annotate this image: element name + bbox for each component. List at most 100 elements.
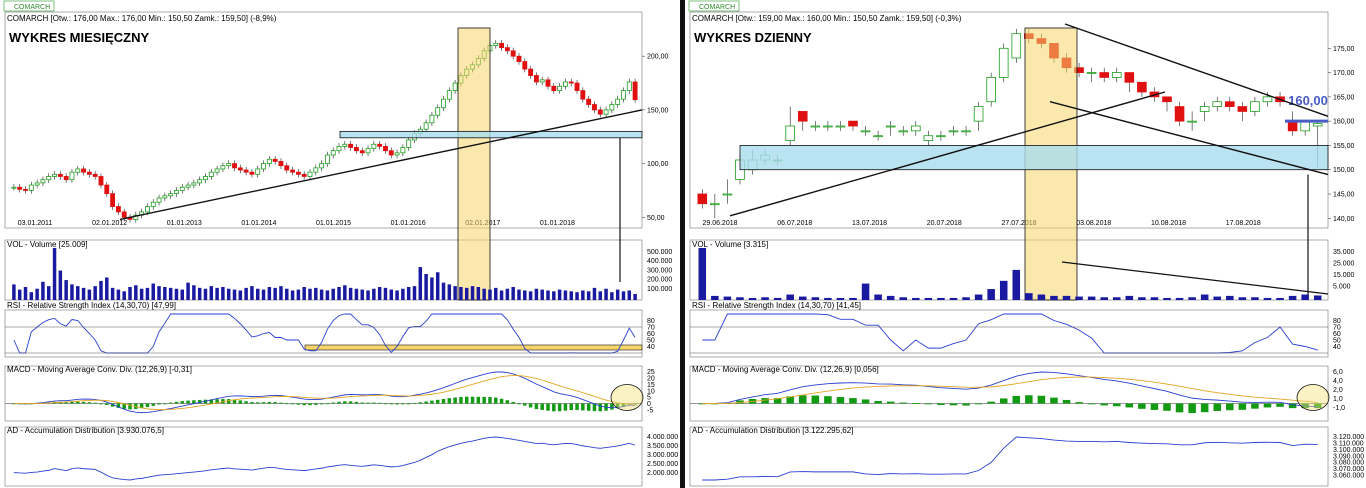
candle-body	[1199, 106, 1210, 112]
macd-histogram-bar	[424, 401, 428, 404]
macd-histogram-bar	[476, 396, 481, 404]
volume-bar	[627, 290, 632, 300]
volume-bar	[168, 287, 173, 300]
macd-histogram-bar	[418, 402, 423, 404]
macd-histogram-bar	[488, 397, 492, 404]
daily-chart-panel: COMARCH COMARCH [Otw.: 159,00 Max.: 160,0…	[685, 0, 1366, 488]
candle-body	[371, 143, 377, 149]
candle-body	[603, 109, 609, 115]
macd-histogram-bar	[1075, 402, 1083, 404]
pane-macd-frame	[689, 365, 1329, 422]
volume-bar	[337, 287, 341, 300]
ad-axis-label: 2.500.000	[647, 461, 678, 468]
volume-bar	[215, 287, 219, 300]
candle-body	[121, 211, 127, 218]
volume-bar	[35, 288, 39, 300]
candle-body	[330, 150, 336, 156]
candle-body	[510, 50, 516, 57]
volume-bar	[464, 287, 469, 300]
candle-body	[342, 143, 348, 147]
volume-bar	[874, 294, 882, 300]
volume-bar	[174, 288, 179, 300]
volume-bar	[447, 284, 452, 300]
macd-histogram-bar	[540, 403, 544, 410]
volume-bar	[383, 287, 388, 300]
macd-histogram-bar	[70, 401, 74, 404]
volume-bar	[1138, 297, 1146, 300]
macd-histogram-bar	[261, 402, 266, 404]
candle-body	[406, 139, 412, 148]
volume-bar	[924, 297, 933, 300]
volume-bar	[314, 287, 318, 300]
volume-bar	[488, 289, 492, 300]
volume-bar	[836, 297, 845, 300]
chart-tab: COMARCH	[688, 0, 740, 12]
price-axis-label: 165,00	[1333, 94, 1355, 101]
macd-histogram-bar	[517, 403, 521, 405]
chart-tab-label: COMARCH	[699, 4, 735, 11]
chart-big-title: WYKRES MIESIĘCZNY	[9, 30, 149, 45]
volume-bar	[110, 287, 115, 300]
volume-bar	[244, 287, 248, 300]
macd-histogram-bar	[87, 402, 92, 404]
chart-svg: COMARCH COMARCH [Otw.: 159,00 Max.: 160,0…	[688, 0, 1364, 487]
pane-ad-frame	[689, 426, 1329, 487]
volume-bar	[811, 297, 820, 300]
candle-body	[232, 163, 237, 169]
volume-bar	[1263, 297, 1272, 300]
macd-histogram-bar	[949, 403, 958, 406]
volume-bar	[999, 280, 1008, 300]
candle-body	[1124, 72, 1135, 83]
rsi-title: RSI - Relative Strength Index (14,30,70)…	[7, 301, 176, 310]
candle-body	[998, 47, 1009, 78]
volume-bar	[546, 290, 550, 300]
volume-bar	[87, 289, 92, 300]
macd-histogram-bar	[511, 401, 515, 404]
volume-bar	[1213, 296, 1222, 300]
macd-histogram-bar	[354, 401, 359, 404]
candle-body	[63, 176, 69, 181]
candle-body	[144, 206, 150, 213]
macd-histogram-bar	[1163, 403, 1171, 411]
volume-bar	[360, 289, 364, 300]
macd-histogram-bar	[99, 403, 103, 405]
volume-bar	[441, 282, 446, 300]
price-axis-label: 175,00	[1333, 46, 1355, 53]
volume-bar	[279, 286, 283, 300]
candle-body	[1312, 123, 1323, 127]
volume-bar	[592, 287, 597, 300]
volume-bar	[581, 290, 585, 300]
ad-axis-label: 2.000.000	[647, 470, 678, 477]
macd-histogram-bar	[174, 401, 179, 404]
macd-histogram-bar	[798, 395, 807, 404]
candle-body	[86, 171, 92, 175]
volume-bar	[261, 289, 266, 300]
macd-histogram-bar	[849, 398, 857, 404]
chart-svg: COMARCH COMARCH [Otw.: 176,00 Max.: 176,0…	[3, 0, 678, 487]
candle-body	[528, 68, 534, 76]
macd-histogram-bar	[1138, 403, 1146, 409]
candle-body	[92, 173, 98, 177]
macd-histogram-bar	[505, 400, 510, 404]
macd-histogram-bar	[569, 403, 573, 411]
macd-histogram-bar	[447, 398, 452, 404]
candle-body	[522, 61, 528, 70]
macd-histogram-bar	[366, 402, 370, 404]
candle-body	[961, 130, 971, 133]
pane-macd-frame	[4, 365, 643, 422]
ad-axis-label: 3.500.000	[647, 443, 678, 450]
candle-body	[1137, 81, 1147, 93]
candle-body	[301, 173, 307, 177]
volume-bar	[974, 294, 983, 300]
macd-histogram-bar	[186, 400, 190, 404]
volume-bar	[786, 294, 794, 300]
candle-body	[885, 125, 896, 128]
volume-bar	[238, 290, 243, 300]
ad-axis-label: 3.060.000	[1333, 473, 1364, 480]
candle-body	[621, 90, 626, 100]
candle-body	[388, 150, 394, 156]
macd-histogram-bar	[157, 403, 161, 405]
candle-body	[261, 163, 266, 170]
candle-body	[785, 125, 795, 141]
price-axis-label: 150,00	[1333, 167, 1355, 174]
